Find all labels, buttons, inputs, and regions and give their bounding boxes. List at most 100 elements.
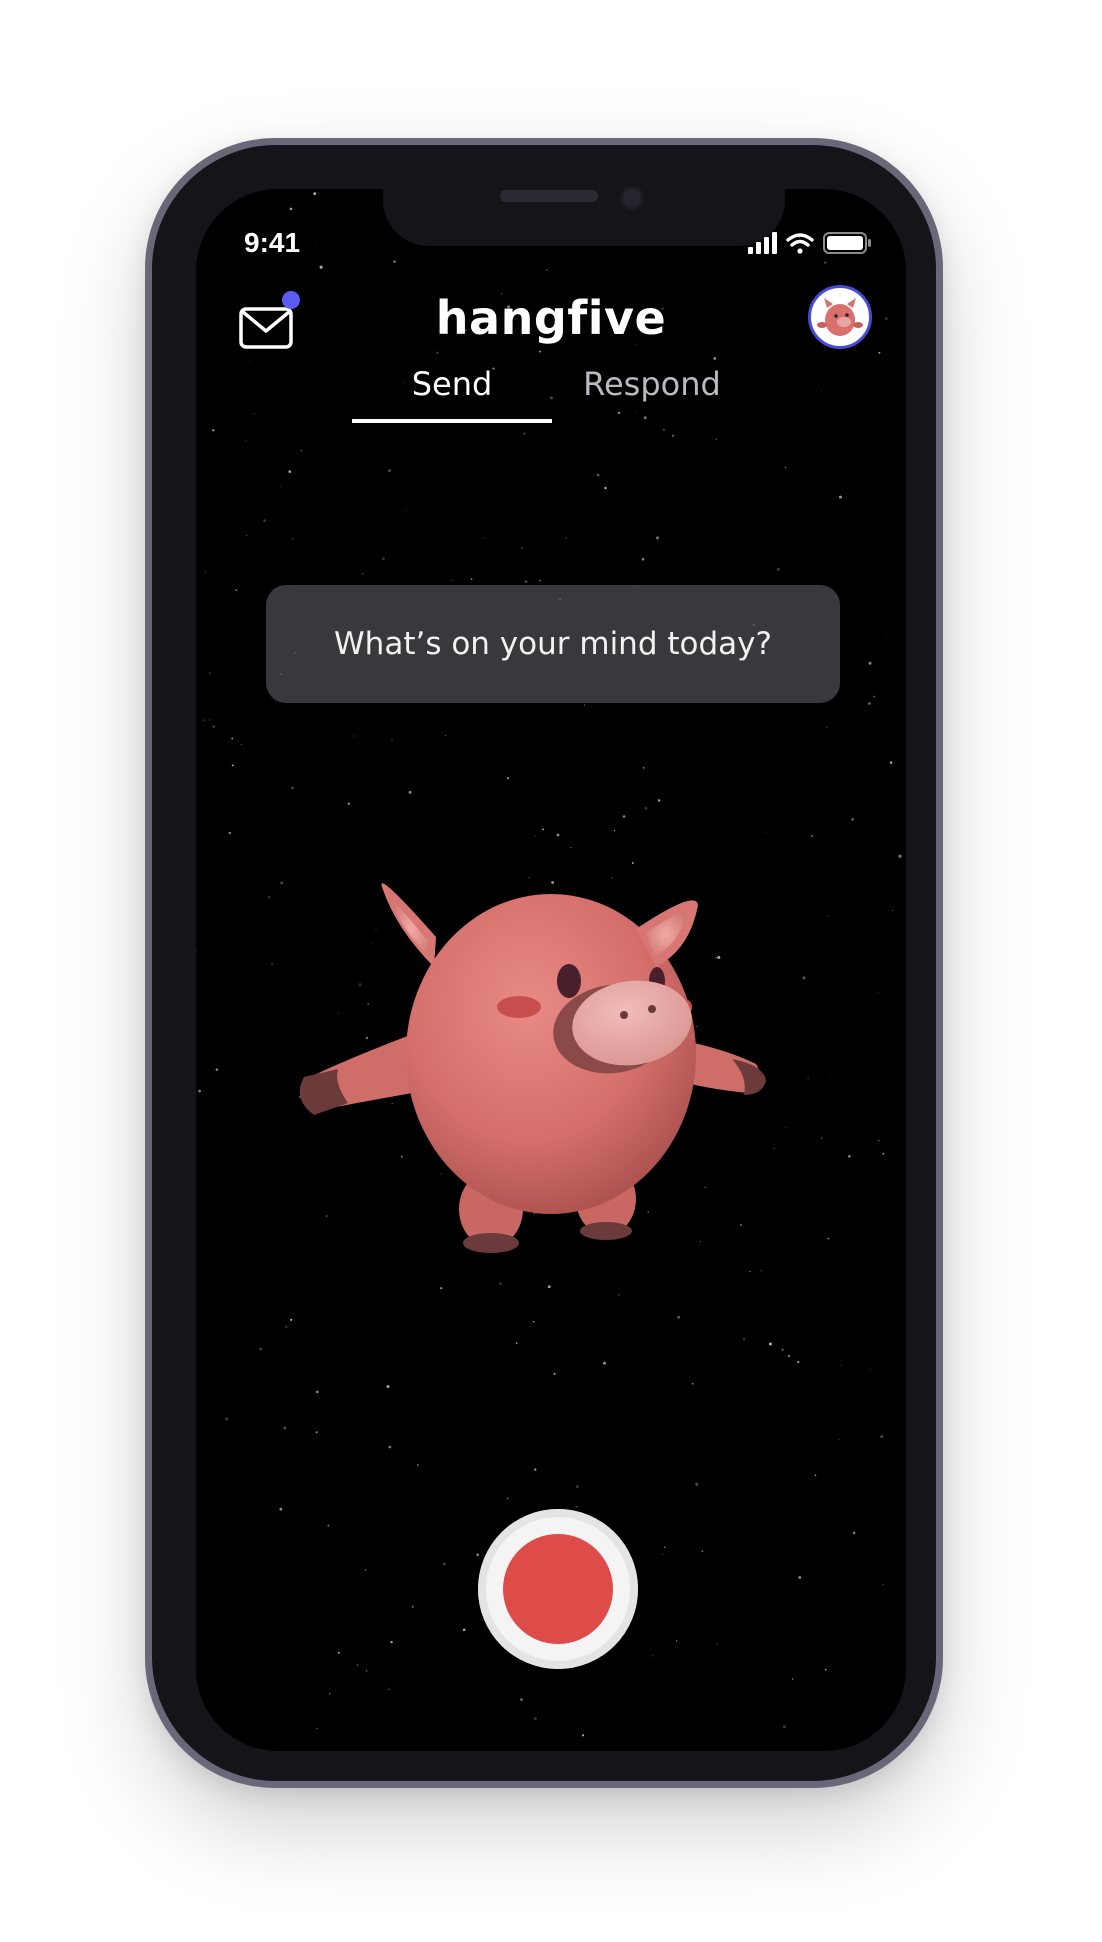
star xyxy=(565,537,567,539)
star xyxy=(868,702,871,705)
status-icons xyxy=(748,232,871,254)
star xyxy=(386,1385,390,1388)
star xyxy=(315,1431,318,1434)
star xyxy=(870,1369,872,1371)
star xyxy=(604,486,607,490)
star xyxy=(613,829,616,832)
star xyxy=(445,735,447,737)
star xyxy=(462,1628,466,1632)
star xyxy=(869,191,872,193)
star xyxy=(313,192,317,196)
star xyxy=(215,1068,219,1071)
record-icon xyxy=(503,1534,613,1644)
star xyxy=(644,806,648,810)
star xyxy=(538,350,541,353)
star xyxy=(520,1698,523,1702)
star xyxy=(404,1748,406,1750)
star xyxy=(868,661,872,665)
star xyxy=(532,1320,535,1323)
star xyxy=(878,351,881,354)
app-screen: 9:41 hangfive Send Respond What’s on you… xyxy=(196,189,906,1751)
star xyxy=(275,700,277,703)
star xyxy=(576,1506,578,1508)
star xyxy=(839,1439,840,1441)
star xyxy=(628,788,630,790)
star xyxy=(765,832,767,834)
star xyxy=(824,261,827,264)
star xyxy=(820,390,822,392)
star xyxy=(280,881,284,885)
star xyxy=(203,719,206,722)
star xyxy=(482,536,485,539)
star xyxy=(664,1546,666,1548)
star xyxy=(388,469,391,473)
star xyxy=(416,1464,419,1466)
star xyxy=(521,547,523,549)
star xyxy=(198,1089,201,1093)
star xyxy=(885,317,888,320)
star xyxy=(838,495,843,499)
star xyxy=(575,1485,579,1489)
star xyxy=(882,1152,885,1155)
star xyxy=(826,914,829,917)
star xyxy=(887,466,889,468)
star xyxy=(716,1643,718,1645)
star xyxy=(370,1367,372,1369)
star xyxy=(507,777,510,780)
star xyxy=(691,1382,694,1385)
star xyxy=(890,196,892,198)
star xyxy=(451,579,453,582)
star xyxy=(713,357,717,360)
star xyxy=(534,836,536,838)
prompt-card: What’s on your mind today? xyxy=(266,585,840,703)
star xyxy=(235,589,238,592)
star xyxy=(197,1716,200,1719)
star xyxy=(695,1482,699,1486)
star xyxy=(581,1734,585,1737)
star xyxy=(583,704,585,706)
star xyxy=(361,572,364,575)
star xyxy=(783,1725,786,1729)
star xyxy=(715,438,717,440)
star xyxy=(880,1435,884,1439)
tab-respond[interactable]: Respond xyxy=(552,365,752,403)
phone-frame: 9:41 hangfive Send Respond What’s on you… xyxy=(145,138,943,1788)
pig-character xyxy=(299,883,766,1253)
star xyxy=(882,1583,885,1586)
cellular-signal-icon xyxy=(748,232,777,254)
star xyxy=(506,1497,509,1500)
star xyxy=(337,1651,340,1654)
star xyxy=(662,428,666,431)
star xyxy=(250,1564,252,1566)
star xyxy=(228,831,232,835)
app-title: hangfive xyxy=(435,291,667,345)
star xyxy=(898,854,902,858)
star xyxy=(300,449,303,452)
tab-bar: Send Respond xyxy=(352,365,752,425)
star xyxy=(570,846,572,849)
star xyxy=(436,351,439,354)
record-button[interactable] xyxy=(478,1509,638,1669)
star xyxy=(533,1717,537,1721)
star xyxy=(279,485,281,487)
tab-send[interactable]: Send xyxy=(352,365,552,403)
star xyxy=(888,1724,891,1727)
star xyxy=(652,1655,654,1657)
star xyxy=(546,269,548,272)
star xyxy=(209,719,211,721)
star xyxy=(791,1678,794,1680)
front-camera xyxy=(620,186,644,210)
profile-avatar[interactable] xyxy=(808,285,872,349)
star xyxy=(798,1576,802,1579)
star xyxy=(848,1154,851,1158)
active-tab-indicator xyxy=(352,419,552,423)
star xyxy=(476,1553,479,1557)
star xyxy=(231,764,234,767)
star xyxy=(249,359,251,361)
pig-avatar-icon xyxy=(817,298,863,336)
star xyxy=(443,1562,446,1566)
star xyxy=(288,470,292,473)
star xyxy=(212,428,215,432)
star xyxy=(382,557,385,560)
status-time: 9:41 xyxy=(244,227,301,258)
